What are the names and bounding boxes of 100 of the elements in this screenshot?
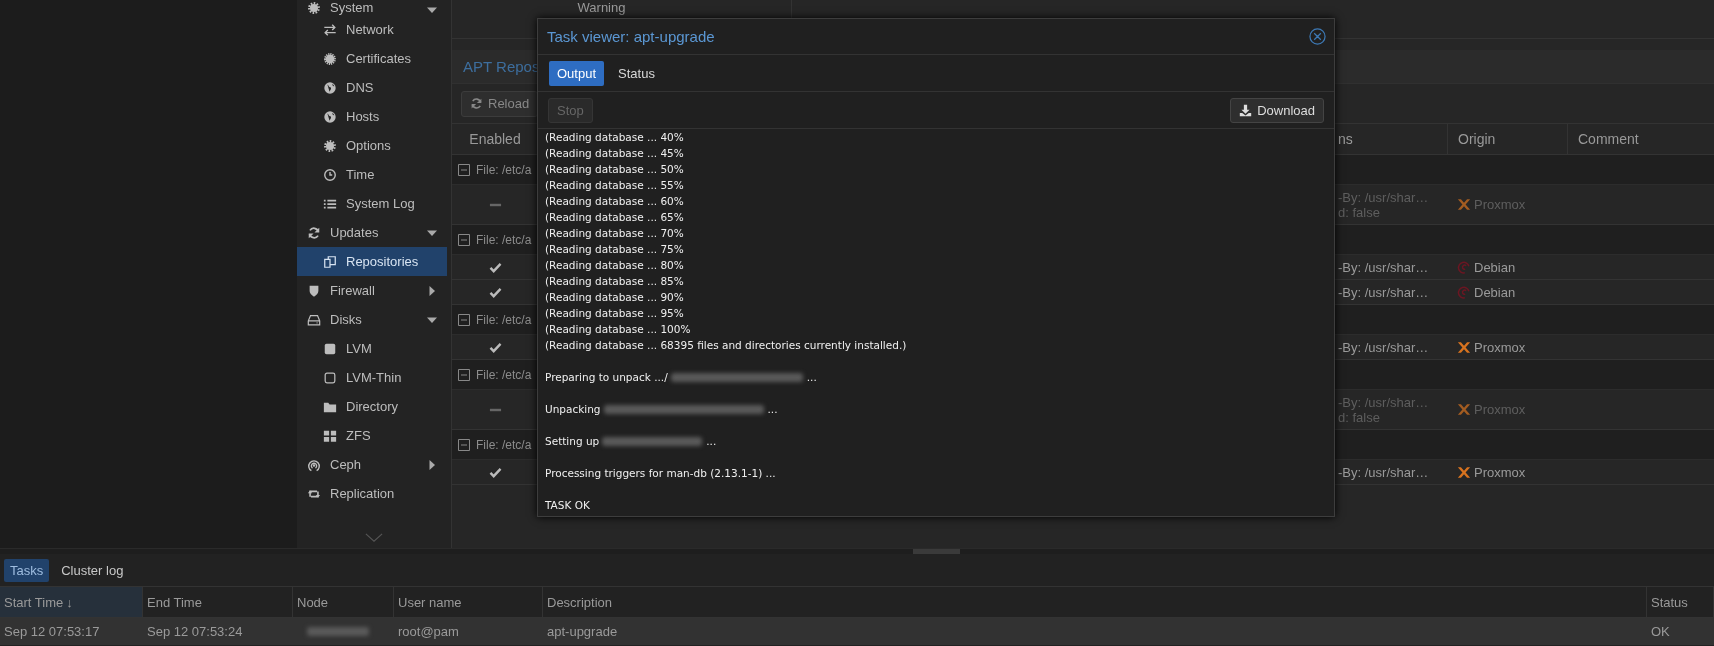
table-cell: Proxmox — [1474, 402, 1526, 417]
log-line: (Reading database ... 90% — [545, 290, 684, 305]
collapse-icon[interactable] — [458, 233, 470, 246]
collapse-icon[interactable] — [458, 313, 470, 326]
table-cell-text: -By: /usr/shar… — [1338, 339, 1430, 355]
sidebar-item[interactable]: Repositories — [297, 247, 447, 276]
log-line: (Reading database ... 80% — [545, 258, 684, 273]
tab[interactable]: Status — [610, 60, 663, 86]
log-line: Unpacking — [545, 402, 601, 417]
sidebar-item[interactable]: LVM-Thin — [297, 363, 451, 392]
column-header[interactable]: Status — [1647, 587, 1714, 617]
resize-handle[interactable] — [913, 549, 960, 554]
table-cell: Debian — [1474, 259, 1516, 275]
drive-icon — [307, 312, 321, 327]
antenna-icon — [307, 457, 321, 472]
column-header[interactable]: User name — [394, 587, 543, 617]
log-line: (Reading database ... 95% — [545, 306, 684, 321]
group-title: File: /etc/a — [476, 312, 532, 327]
sidebar-item[interactable]: Updates — [297, 218, 451, 247]
table-cell: Proxmox — [1474, 339, 1526, 355]
column-header[interactable]: End Time — [143, 587, 293, 617]
sidebar-item[interactable]: System Log — [297, 189, 451, 218]
table-cell: Proxmox — [1474, 464, 1526, 480]
sidebar-item[interactable]: Directory — [297, 392, 451, 421]
log-line: (Reading database ... 60% — [545, 194, 684, 209]
column-header[interactable]: Start Time ↓ — [0, 587, 143, 617]
log-line: Processing triggers for man-db (2.13.1-1) ... — [545, 466, 776, 481]
log-line: (Reading database ... 68395 files and directories currently installed.) — [545, 338, 907, 353]
table-cell: Sep 12 07:53:17 — [4, 624, 100, 639]
shield-icon — [307, 283, 321, 298]
gear-icon — [323, 138, 337, 153]
log-line: ... — [806, 370, 817, 385]
download-button[interactable]: Download — [1230, 97, 1324, 123]
table-cell-text: -By: /usr/shar… — [1338, 464, 1430, 480]
gear-icon — [307, 1, 321, 15]
table-cell-text: -By: /usr/shar… — [1338, 259, 1430, 275]
column-header[interactable]: ns — [1335, 124, 1447, 154]
log-line: (Reading database ... 65% — [545, 210, 684, 225]
grid-icon — [323, 428, 337, 443]
refresh-icon — [307, 225, 321, 240]
collapse-icon[interactable] — [458, 163, 470, 176]
column-header[interactable]: Enabled — [452, 124, 538, 154]
sidebar-item[interactable]: Hosts — [297, 102, 451, 131]
table-cell: Sep 12 07:53:24 — [147, 624, 243, 639]
sidebar-item[interactable]: LVM — [297, 334, 451, 363]
tab[interactable]: Output — [549, 60, 605, 86]
log-line: (Reading database ... 70% — [545, 226, 684, 241]
sidebar-item[interactable]: DNS — [297, 73, 451, 102]
globe-icon — [323, 80, 337, 95]
log-line: (Reading database ... 100% — [545, 322, 691, 337]
close-icon[interactable] — [1309, 28, 1326, 45]
sidebar-item[interactable]: System — [297, 0, 451, 15]
caret-down-icon[interactable] — [427, 5, 437, 15]
arrows-icon — [323, 22, 337, 37]
column-header[interactable]: Node — [293, 587, 394, 617]
log-line: (Reading database ... 45% — [545, 146, 684, 161]
log-line: TASK OK — [545, 498, 590, 513]
log-line: ... — [706, 434, 717, 449]
column-header[interactable]: Comment — [1567, 124, 1714, 154]
group-title: File: /etc/a — [476, 162, 532, 177]
sidebar-item[interactable]: Ceph — [297, 450, 451, 479]
collapse-icon[interactable] — [458, 368, 470, 381]
table-cell: Debian — [1474, 284, 1516, 300]
group-title: File: /etc/a — [476, 437, 532, 452]
table-cell: root@pam — [398, 624, 459, 639]
warning-label: Warning — [577, 0, 626, 15]
table-cell: apt-upgrade — [547, 624, 618, 639]
log-line: (Reading database ... 50% — [545, 162, 684, 177]
log-line: Setting up — [545, 434, 600, 449]
sidebar-item[interactable]: Firewall — [297, 276, 451, 305]
tab[interactable]: Tasks — [4, 558, 50, 582]
sidebar-item[interactable]: Time — [297, 160, 451, 189]
table-cell: Proxmox — [1474, 197, 1526, 212]
download-icon — [1239, 103, 1253, 117]
column-header[interactable]: Description — [543, 587, 1647, 617]
column-header[interactable]: Origin — [1447, 124, 1567, 154]
reload-button[interactable]: Reload — [461, 90, 539, 117]
caret-right-icon[interactable] — [427, 285, 437, 296]
sidebar-item[interactable]: Network — [297, 15, 451, 44]
globe-icon — [323, 109, 337, 124]
sidebar-item[interactable]: ZFS — [297, 421, 451, 450]
log-line: (Reading database ... 85% — [545, 274, 684, 289]
log-line: Preparing to unpack .../ — [545, 370, 668, 385]
sidebar-item[interactable]: Replication — [297, 479, 451, 508]
log-line: (Reading database ... 75% — [545, 242, 684, 257]
refresh-icon — [470, 97, 483, 110]
group-title: File: /etc/a — [476, 232, 532, 247]
clock-icon — [323, 167, 337, 182]
table-cell-text: -By: /usr/shar… — [1338, 189, 1430, 205]
log-line: (Reading database ... 55% — [545, 178, 684, 193]
table-cell-text: -By: /usr/shar… — [1338, 284, 1430, 300]
sidebar-item[interactable]: Disks — [297, 305, 451, 334]
sidebar-item[interactable]: Options — [297, 131, 451, 160]
log-line: ... — [767, 402, 778, 417]
caret-right-icon[interactable] — [427, 459, 437, 470]
sidebar-item[interactable]: Certificates — [297, 44, 451, 73]
collapse-icon[interactable] — [458, 438, 470, 451]
tab[interactable]: Cluster log — [55, 558, 130, 582]
square-outline-icon — [323, 370, 337, 385]
copy-icon — [323, 254, 337, 269]
